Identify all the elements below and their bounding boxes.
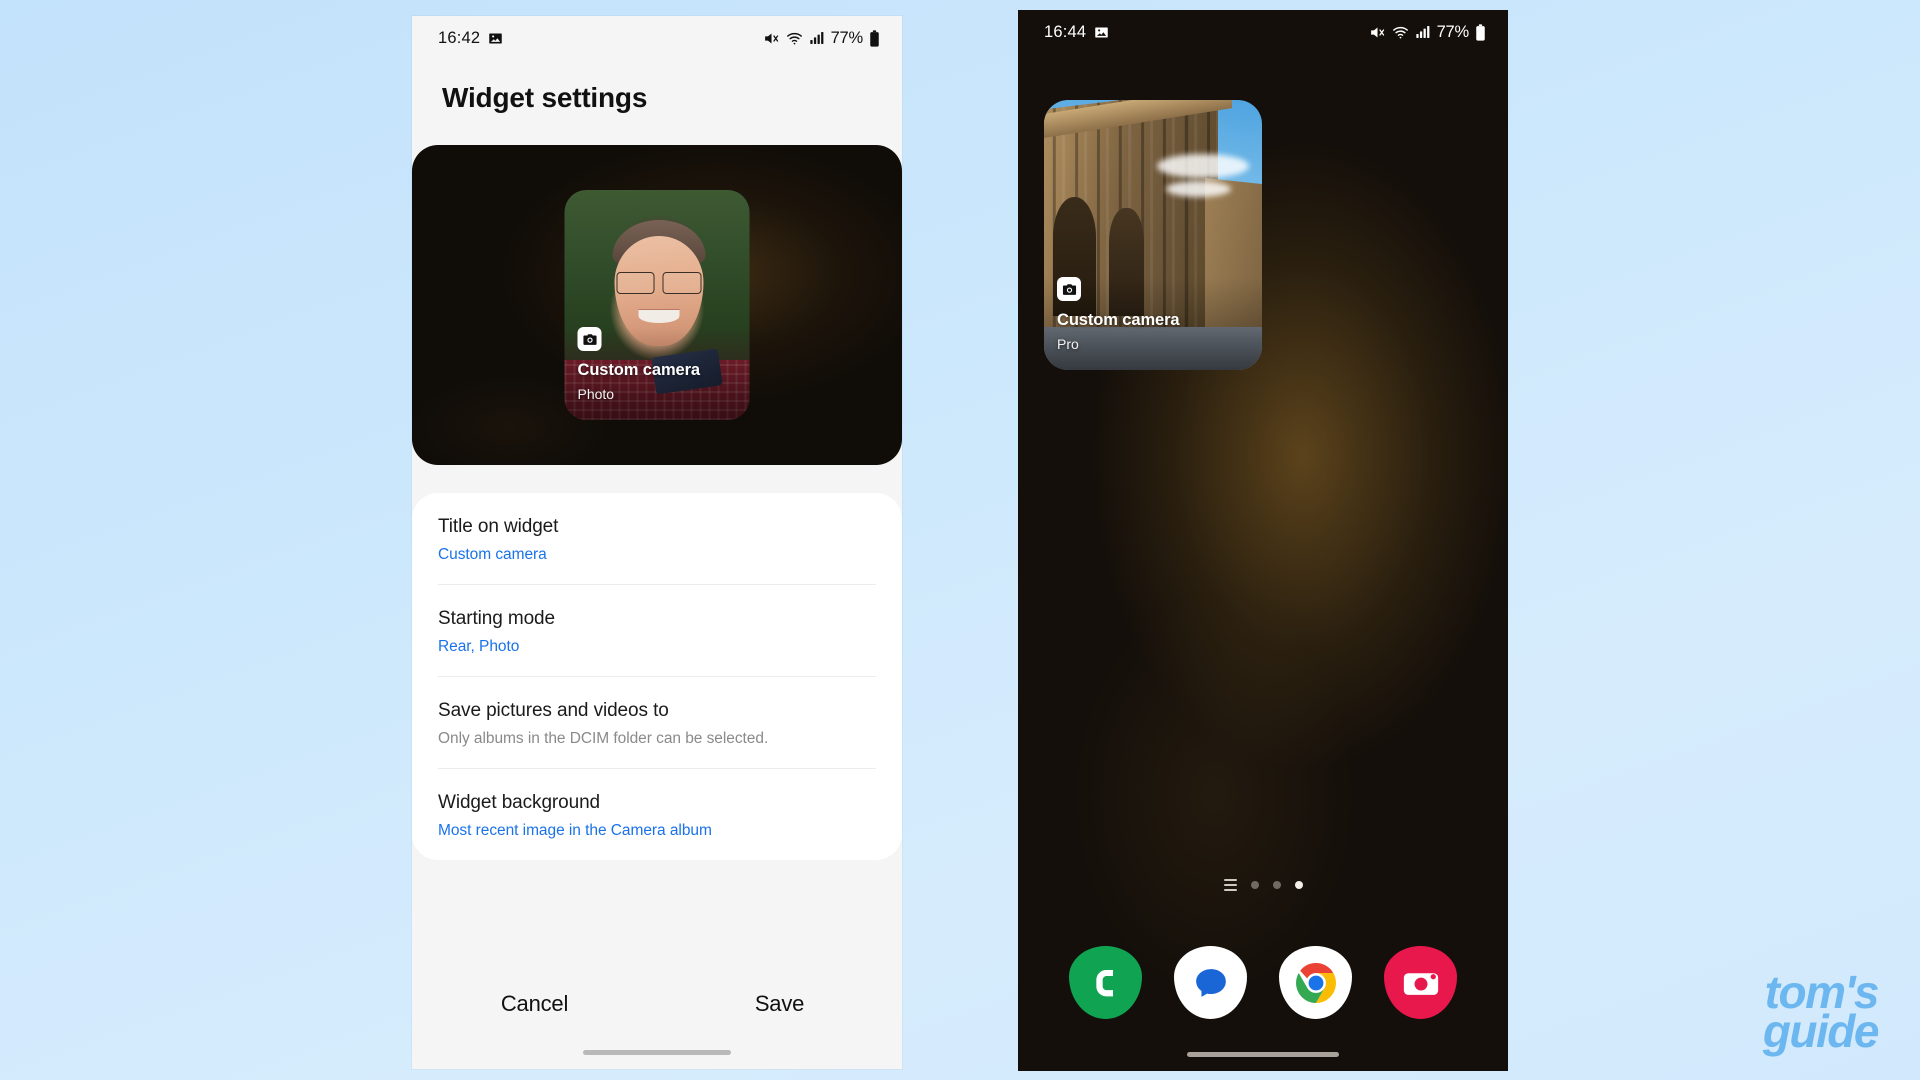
cancel-button[interactable]: Cancel <box>412 981 657 1027</box>
watermark-line-2: guide <box>1762 1005 1880 1058</box>
home-screen-camera-widget[interactable]: Custom camera Pro <box>1044 100 1262 370</box>
signal-icon <box>809 30 825 46</box>
widget-preview-card: Custom camera Photo <box>412 145 902 465</box>
setting-label: Widget background <box>438 792 601 813</box>
battery-percent-label: 77% <box>1436 22 1470 41</box>
widget-preview-overlay: Custom camera Photo <box>564 327 750 420</box>
battery-icon <box>1475 23 1486 41</box>
setting-label: Title on widget <box>438 516 559 537</box>
battery-icon <box>869 29 880 47</box>
widget-preview-tile[interactable]: Custom camera Photo <box>564 190 750 420</box>
image-icon <box>1094 25 1109 40</box>
setting-row-title-on-widget[interactable]: Title on widget Custom camera <box>438 493 876 585</box>
left-status-bar: 16:42 77% <box>412 16 902 60</box>
setting-value: Custom camera <box>438 546 547 563</box>
camera-icon <box>577 327 602 352</box>
setting-row-save-pictures-and-videos-to[interactable]: Save pictures and videos to Only albums … <box>438 677 876 769</box>
right-status-bar: 16:44 77% <box>1018 10 1508 54</box>
left-phone-screen: 16:42 77% Widget settings Custom camera … <box>412 16 902 1069</box>
page-indicator <box>1018 879 1508 891</box>
widget-title-label: Custom camera <box>1057 311 1180 330</box>
setting-value: Rear, Photo <box>438 638 520 655</box>
camera-app-icon[interactable] <box>1384 946 1457 1019</box>
chrome-app-icon[interactable] <box>1279 946 1352 1019</box>
camera-icon <box>1057 277 1081 302</box>
page-dot-2[interactable] <box>1272 881 1281 889</box>
status-time: 16:42 <box>438 28 481 47</box>
phone-app-icon[interactable] <box>1069 946 1142 1019</box>
dialog-actions: Cancel Save <box>412 981 902 1027</box>
widget-subtitle-label: Photo <box>577 386 615 402</box>
mute-icon <box>763 30 780 47</box>
page-dot-3[interactable] <box>1294 881 1303 889</box>
messages-app-icon[interactable] <box>1174 946 1247 1019</box>
wifi-icon <box>1392 24 1409 41</box>
home-indicator[interactable] <box>1187 1052 1339 1057</box>
setting-value: Only albums in the DCIM folder can be se… <box>438 730 769 747</box>
setting-label: Save pictures and videos to <box>438 700 669 721</box>
widget-title-label: Custom camera <box>577 361 701 380</box>
dock <box>1018 946 1508 1019</box>
status-time: 16:44 <box>1044 22 1087 41</box>
setting-row-starting-mode[interactable]: Starting mode Rear, Photo <box>438 585 876 677</box>
setting-row-widget-background[interactable]: Widget background Most recent image in t… <box>438 769 876 860</box>
signal-icon <box>1415 24 1431 40</box>
setting-value: Most recent image in the Camera album <box>438 822 712 839</box>
page-title: Widget settings <box>442 82 648 113</box>
setting-label: Starting mode <box>438 608 555 629</box>
widget-subtitle-label: Pro <box>1057 336 1079 352</box>
image-icon <box>488 31 503 46</box>
settings-list: Title on widget Custom camera Starting m… <box>412 493 902 860</box>
home-indicator[interactable] <box>583 1050 731 1055</box>
app-list-icon[interactable] <box>1223 879 1237 891</box>
screenshot-root: 16:42 77% Widget settings Custom camera … <box>0 0 1920 1080</box>
right-phone-screen: 16:44 77% Custom camera Pro <box>1018 10 1508 1071</box>
battery-percent-label: 77% <box>830 28 864 47</box>
page-dot-1[interactable] <box>1250 881 1259 889</box>
home-widget-overlay: Custom camera Pro <box>1044 277 1262 370</box>
wifi-icon <box>786 30 803 47</box>
toms-guide-watermark: tom's guide <box>1762 969 1880 1058</box>
save-button[interactable]: Save <box>657 981 902 1027</box>
mute-icon <box>1369 24 1386 41</box>
